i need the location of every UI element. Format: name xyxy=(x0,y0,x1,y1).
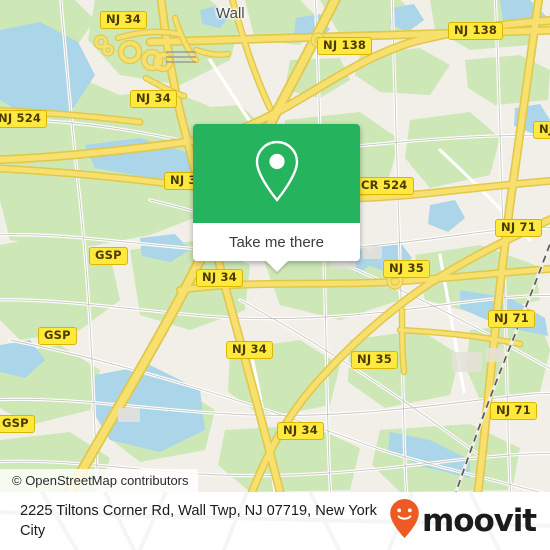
road-shield-nj71: NJ 71 xyxy=(490,402,537,420)
road-shield-gsp: GSP xyxy=(38,327,77,345)
map-canvas[interactable]: Wall NJ 34 NJ 138 NJ 138 NJ 34 NJ 524 NJ… xyxy=(0,0,550,492)
moovit-wordmark: moovit xyxy=(422,503,537,539)
popup-footer[interactable]: Take me there xyxy=(193,223,360,272)
road-shield-nj35: NJ 35 xyxy=(351,351,398,369)
road-shield-nj34: NJ 34 xyxy=(277,422,324,440)
road-shield-nj524: NJ 524 xyxy=(0,110,48,128)
road-shield-nj34: NJ 34 xyxy=(130,90,177,108)
road-shield-nj71: NJ 71 xyxy=(488,310,535,328)
road-shield-gsp: GSP xyxy=(0,415,35,433)
address-text: 2225 Tiltons Corner Rd, Wall Twp, NJ 077… xyxy=(20,503,377,539)
moovit-pin-icon xyxy=(389,498,420,544)
road-shield-nj34: NJ 34 xyxy=(196,269,243,287)
location-popup-card[interactable]: Take me there xyxy=(193,124,360,272)
road-shield-nj35: NJ 35 xyxy=(383,260,430,278)
popup-header xyxy=(193,124,360,223)
popup-pointer xyxy=(265,261,288,272)
road-shield-gsp: GSP xyxy=(89,247,128,265)
map-pin-icon xyxy=(250,138,304,209)
footer-bar: 2225 Tiltons Corner Rd, Wall Twp, NJ 077… xyxy=(0,492,550,550)
road-shield-nj138: NJ 138 xyxy=(448,22,504,40)
road-shield-nj: NJ xyxy=(533,121,550,139)
road-shield-nj34: NJ 34 xyxy=(100,11,147,29)
road-shield-cr524: CR 524 xyxy=(355,177,414,195)
road-shield-nj34: NJ 34 xyxy=(226,341,273,359)
take-me-there-label: Take me there xyxy=(228,233,325,251)
road-shield-nj138: NJ 138 xyxy=(317,37,373,55)
road-shield-nj71: NJ 71 xyxy=(495,219,542,237)
osm-attribution[interactable]: © OpenStreetMap contributors xyxy=(0,469,198,492)
map-place-label-wall: Wall xyxy=(216,5,245,22)
moovit-logo[interactable]: moovit xyxy=(389,498,537,544)
